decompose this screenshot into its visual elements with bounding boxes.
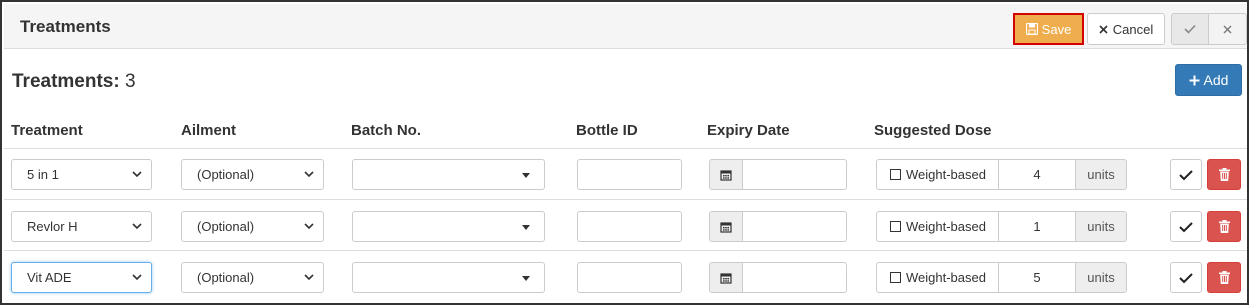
dose-units-label: units <box>1076 262 1127 293</box>
checkbox-icon <box>890 272 901 283</box>
batch-select[interactable] <box>352 262 545 293</box>
expiry-date-calendar-button[interactable] <box>709 262 743 293</box>
column-header-treatment: Treatment <box>11 122 83 139</box>
caret-down-icon <box>522 276 530 281</box>
table-divider <box>4 250 1247 251</box>
chevron-down-icon <box>304 274 314 281</box>
trash-icon <box>1218 168 1230 181</box>
expiry-date-calendar-button[interactable] <box>709 211 743 242</box>
row-confirm-button[interactable] <box>1170 262 1202 293</box>
row-delete-button[interactable] <box>1207 159 1241 190</box>
row-delete-button[interactable] <box>1207 262 1241 293</box>
cancel-button-label: Cancel <box>1112 21 1154 37</box>
caret-down-icon <box>522 173 530 178</box>
weight-based-checkbox[interactable]: Weight-based <box>876 211 999 242</box>
batch-select[interactable] <box>352 211 545 242</box>
table-divider <box>4 199 1247 200</box>
ailment-select[interactable]: (Optional) <box>181 211 324 242</box>
column-header-expiry: Expiry Date <box>707 122 790 139</box>
treatment-select[interactable]: 5 in 1 <box>11 159 152 190</box>
save-button-label: Save <box>1041 21 1072 37</box>
treatments-count: Treatments: 3 <box>12 71 136 93</box>
chevron-down-icon <box>132 171 142 178</box>
cancel-button[interactable]: Cancel <box>1087 13 1165 45</box>
bottle-id-input[interactable] <box>577 262 682 293</box>
ailment-select[interactable]: (Optional) <box>181 159 324 190</box>
ailment-select[interactable]: (Optional) <box>181 262 324 293</box>
column-header-ailment: Ailment <box>181 122 237 139</box>
checkmark-icon <box>1179 169 1193 180</box>
trash-icon <box>1218 271 1230 284</box>
ailment-select-value: (Optional) <box>197 167 255 182</box>
dose-units-label: units <box>1076 159 1127 190</box>
treatment-select-value: 5 in 1 <box>27 167 59 182</box>
treatments-panel: Treatments Save Cancel Treatments: 3 Add… <box>0 0 1249 305</box>
floppy-disk-icon <box>1025 23 1038 35</box>
bottle-id-input[interactable] <box>577 211 682 242</box>
ailment-select-value: (Optional) <box>197 219 255 234</box>
close-icon <box>1223 25 1232 33</box>
row-confirm-button[interactable] <box>1170 211 1202 242</box>
trash-icon <box>1218 220 1230 233</box>
chevron-down-icon <box>132 223 142 230</box>
add-treatment-button[interactable]: Add <box>1175 64 1242 96</box>
treatments-count-label: Treatments: <box>12 71 120 92</box>
expiry-date-calendar-button[interactable] <box>709 159 743 190</box>
ailment-select-value: (Optional) <box>197 270 255 285</box>
chevron-down-icon <box>132 274 142 281</box>
treatment-select[interactable]: Revlor H <box>11 211 152 242</box>
plus-icon <box>1189 75 1200 85</box>
batch-select[interactable] <box>352 159 545 190</box>
table-divider <box>4 148 1247 149</box>
dose-input[interactable]: 1 <box>999 211 1076 242</box>
panel-title: Treatments <box>20 17 111 36</box>
column-header-batch: Batch No. <box>351 122 422 139</box>
expiry-date-input[interactable] <box>743 159 847 190</box>
row-confirm-button[interactable] <box>1170 159 1202 190</box>
dose-input[interactable]: 4 <box>999 159 1076 190</box>
chevron-down-icon <box>304 223 314 230</box>
close-button[interactable] <box>1209 13 1247 45</box>
add-button-label: Add <box>1203 72 1229 88</box>
column-header-bottle-id: Bottle ID <box>576 122 638 139</box>
save-button[interactable]: Save <box>1013 13 1084 45</box>
weight-based-label: Weight-based <box>906 270 986 285</box>
treatment-select-value: Vit ADE <box>27 270 72 285</box>
calendar-icon <box>720 272 732 284</box>
treatment-select-value: Revlor H <box>27 219 78 234</box>
dose-units-label: units <box>1076 211 1127 242</box>
chevron-down-icon <box>304 171 314 178</box>
dose-input[interactable]: 5 <box>999 262 1076 293</box>
row-delete-button[interactable] <box>1207 211 1241 242</box>
confirm-button[interactable] <box>1171 13 1209 45</box>
calendar-icon <box>720 221 732 233</box>
weight-based-checkbox[interactable]: Weight-based <box>876 262 999 293</box>
checkmark-icon <box>1184 24 1196 34</box>
checkmark-icon <box>1179 221 1193 232</box>
checkmark-icon <box>1179 272 1193 283</box>
column-header-dose: Suggested Dose <box>874 122 992 139</box>
treatment-select[interactable]: Vit ADE <box>11 262 152 293</box>
treatments-count-value: 3 <box>124 71 136 92</box>
weight-based-checkbox[interactable]: Weight-based <box>876 159 999 190</box>
weight-based-label: Weight-based <box>906 219 986 234</box>
x-icon <box>1099 24 1108 34</box>
checkbox-icon <box>890 169 901 180</box>
bottle-id-input[interactable] <box>577 159 682 190</box>
weight-based-label: Weight-based <box>906 167 986 182</box>
checkbox-icon <box>890 221 901 232</box>
expiry-date-input[interactable] <box>743 262 847 293</box>
panel-header: Treatments Save Cancel <box>4 4 1247 49</box>
caret-down-icon <box>522 225 530 230</box>
calendar-icon <box>720 169 732 181</box>
expiry-date-input[interactable] <box>743 211 847 242</box>
